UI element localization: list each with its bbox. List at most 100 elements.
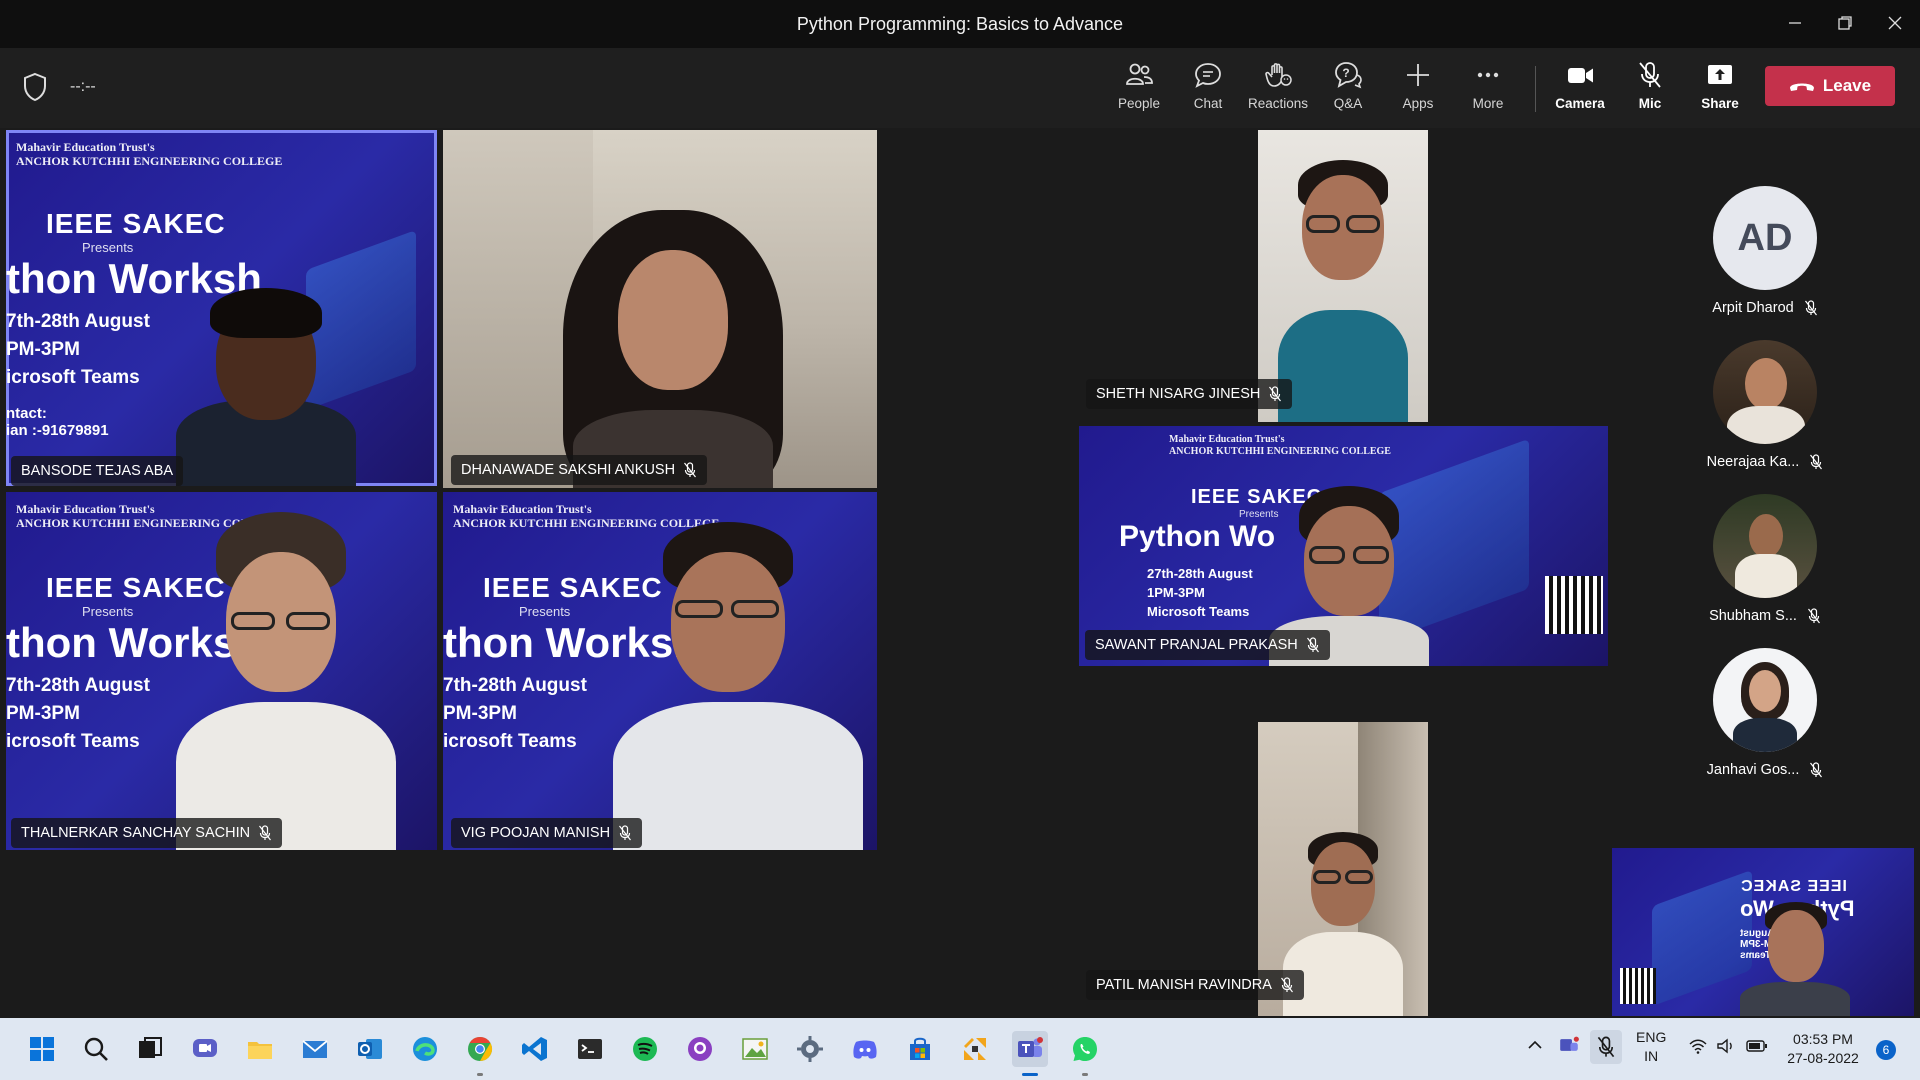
participant-tile[interactable]: Mahavir Education Trust's ANCHOR KUTCHHI… — [443, 492, 877, 850]
gear-icon — [797, 1036, 823, 1062]
people-icon — [1126, 63, 1153, 85]
teams-app[interactable] — [1012, 1031, 1048, 1067]
whatsapp-icon — [1073, 1037, 1097, 1061]
close-button[interactable] — [1875, 8, 1915, 38]
whatsapp-app[interactable] — [1067, 1031, 1103, 1067]
share-button[interactable]: Share — [1689, 58, 1751, 120]
reactions-button[interactable]: Reactions — [1247, 58, 1309, 120]
store-app[interactable] — [902, 1031, 938, 1067]
clock-date: 27-08-2022 — [1787, 1050, 1859, 1066]
terminal-app[interactable] — [572, 1031, 608, 1067]
input-language[interactable]: ENG IN — [1636, 1028, 1666, 1066]
clock[interactable]: 03:53 PM 27-08-2022 — [1783, 1030, 1863, 1068]
qa-button[interactable]: ? Q&A — [1317, 58, 1379, 120]
search-button[interactable] — [78, 1031, 114, 1067]
mic-off-icon — [684, 462, 697, 478]
sidebar-participant[interactable]: Neerajaa Ka... — [1690, 340, 1840, 470]
mic-off-icon — [1807, 608, 1820, 624]
sidebar-participant-name-row: Janhavi Gos... — [1690, 762, 1840, 778]
more-button[interactable]: More — [1457, 58, 1519, 120]
poster-org: Mahavir Education Trust's — [16, 140, 155, 154]
show-hidden-icons-button[interactable] — [1526, 1036, 1544, 1057]
leave-button[interactable]: Leave — [1765, 66, 1895, 106]
running-indicator — [1082, 1073, 1088, 1076]
spotify-app[interactable] — [627, 1031, 663, 1067]
chat-button[interactable]: Chat — [1177, 58, 1239, 120]
participant-name-tag: THALNERKAR SANCHAY SACHIN — [11, 818, 283, 848]
video-chat-icon — [193, 1039, 217, 1057]
title-bar: Python Programming: Basics to Advance — [0, 0, 1920, 48]
network-button[interactable] — [1688, 1037, 1708, 1058]
participant-tile[interactable]: Mahavir Education Trust's ANCHOR KUTCHHI… — [1079, 426, 1608, 666]
github-app[interactable] — [682, 1031, 718, 1067]
participant-tile[interactable]: Mahavir Education Trust's ANCHOR KUTCHHI… — [6, 130, 437, 486]
clock-time: 03:53 PM — [1793, 1031, 1853, 1047]
participant-name-tag: SHETH NISARG JINESH — [1086, 379, 1293, 409]
participant-name: SAWANT PRANJAL PRAKASH — [1095, 637, 1298, 653]
teams-icon — [1018, 1037, 1043, 1057]
meet-app[interactable] — [187, 1031, 223, 1067]
task-view-icon — [139, 1037, 162, 1058]
meeting-toolbar: --:-- People Chat Reactions ? Q&A Apps M… — [0, 48, 1920, 128]
poster-ieee: IEEE SAKEC — [46, 208, 226, 239]
sidebar-participant-name: Neerajaa Ka... — [1706, 454, 1800, 470]
photos-app[interactable] — [737, 1031, 773, 1067]
search-icon — [84, 1037, 108, 1061]
mic-off-icon — [1804, 300, 1817, 316]
share-icon — [1708, 65, 1732, 84]
apps-label: Apps — [1402, 96, 1434, 111]
participant-name: VIG POOJAN MANISH — [461, 825, 611, 841]
participant-tile[interactable]: DHANAWADE SAKSHI ANKUSH — [443, 130, 877, 488]
minimize-icon — [1789, 22, 1801, 24]
restore-button[interactable] — [1825, 8, 1865, 38]
people-button[interactable]: People — [1108, 58, 1170, 120]
meeting-timer: --:-- — [70, 78, 96, 95]
camera-button[interactable]: Camera — [1549, 58, 1611, 120]
more-icon — [1477, 72, 1499, 78]
sidebar-participant-name: Janhavi Gos... — [1706, 762, 1800, 778]
participant-name-tag: SAWANT PRANJAL PRAKASH — [1085, 630, 1330, 660]
edge-app[interactable] — [407, 1031, 443, 1067]
sidebar-participant-name: Shubham S... — [1709, 608, 1797, 624]
battery-button[interactable] — [1746, 1038, 1768, 1057]
mic-tray-button[interactable] — [1590, 1030, 1622, 1064]
active-indicator — [1022, 1073, 1038, 1076]
mic-off-icon — [259, 825, 272, 841]
participant-name: PATIL MANISH RAVINDRA — [1096, 977, 1272, 993]
notification-badge[interactable]: 6 — [1876, 1040, 1896, 1060]
qa-icon: ? — [1335, 62, 1362, 89]
participant-video — [1278, 160, 1408, 422]
chat-label: Chat — [1193, 96, 1223, 111]
pinned-app[interactable] — [957, 1031, 993, 1067]
task-view-button[interactable] — [132, 1031, 168, 1067]
minimize-button[interactable] — [1775, 8, 1815, 38]
vscode-app[interactable] — [517, 1031, 553, 1067]
spotify-icon — [633, 1037, 657, 1061]
poster-org: Mahavir Education Trust's — [1169, 434, 1285, 445]
participant-name: DHANAWADE SAKSHI ANKUSH — [461, 462, 676, 478]
sidebar-participant[interactable]: Janhavi Gos... — [1690, 648, 1840, 778]
participant-tile[interactable]: Mahavir Education Trust's ANCHOR KUTCHHI… — [6, 492, 437, 850]
laptop-graphic — [1652, 869, 1752, 1007]
close-icon — [1888, 16, 1902, 30]
camera-icon — [1568, 68, 1593, 83]
windows-logo-icon — [30, 1037, 54, 1061]
outlook-app[interactable] — [352, 1031, 388, 1067]
mail-app[interactable] — [297, 1031, 333, 1067]
mic-off-icon — [1639, 62, 1661, 88]
mic-off-icon — [1810, 762, 1823, 778]
apps-button[interactable]: Apps — [1387, 58, 1449, 120]
mic-button[interactable]: Mic — [1619, 58, 1681, 120]
self-video-preview[interactable]: IEEE SAKEC Python Wo 27th-28th August 1P… — [1612, 848, 1914, 1016]
start-button[interactable] — [24, 1031, 60, 1067]
settings-app[interactable] — [792, 1031, 828, 1067]
teams-tray-icon[interactable] — [1558, 1034, 1580, 1059]
chrome-app[interactable] — [462, 1031, 498, 1067]
chevron-up-icon — [1528, 1040, 1542, 1049]
reactions-label: Reactions — [1247, 96, 1309, 111]
sidebar-participant[interactable]: AD Arpit Dharod — [1690, 186, 1840, 316]
file-explorer-app[interactable] — [242, 1031, 278, 1067]
sidebar-participant[interactable]: Shubham S... — [1690, 494, 1840, 624]
volume-button[interactable] — [1716, 1037, 1736, 1058]
discord-app[interactable] — [847, 1031, 883, 1067]
